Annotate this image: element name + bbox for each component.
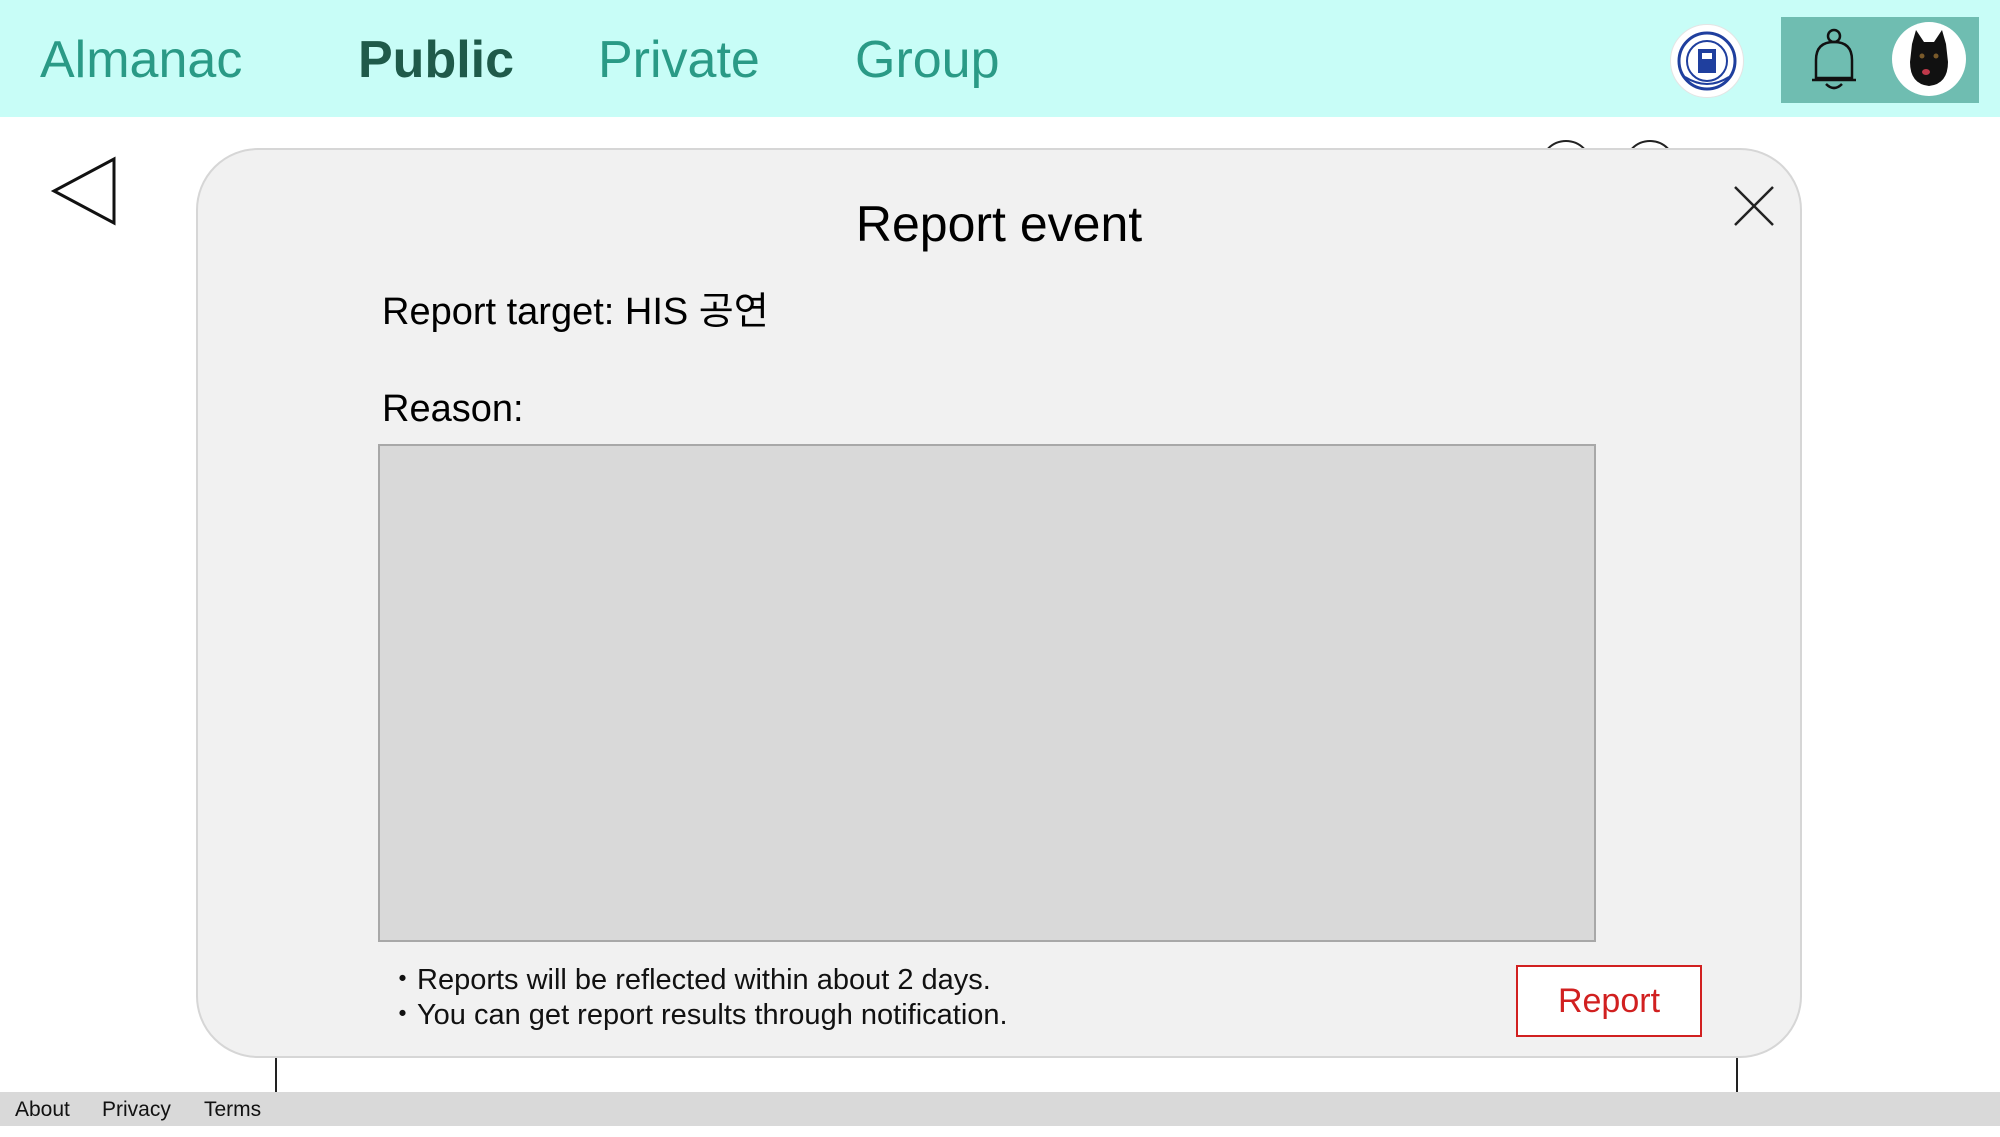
top-nav-bar: Almanac Public Private Group xyxy=(0,0,2000,117)
university-seal-icon[interactable] xyxy=(1670,24,1744,98)
close-icon[interactable] xyxy=(1732,184,1776,228)
tab-private[interactable]: Private xyxy=(598,30,760,90)
modal-title: Report event xyxy=(855,196,1143,252)
brand-almanac[interactable]: Almanac xyxy=(40,30,242,90)
reason-label: Reason: xyxy=(382,388,524,430)
page-bottom xyxy=(0,1126,2000,1137)
underlying-card-edge-left xyxy=(275,1055,277,1095)
bell-icon[interactable] xyxy=(1808,28,1860,94)
note-reflection-time: ・Reports will be reflected within about … xyxy=(388,964,991,996)
note-notification: ・You can get report results through noti… xyxy=(388,999,1008,1031)
dog-avatar-icon[interactable] xyxy=(1892,22,1966,96)
report-event-modal: Report event Report target: HIS 공연 Reaso… xyxy=(196,148,1802,1058)
footer-link-about[interactable]: About xyxy=(15,1098,70,1122)
reason-input[interactable] xyxy=(378,444,1596,942)
report-button[interactable]: Report xyxy=(1516,965,1702,1037)
footer-link-terms[interactable]: Terms xyxy=(204,1098,261,1122)
footer-bar: About Privacy Terms xyxy=(0,1092,2000,1126)
underlying-card-edge-right xyxy=(1736,1055,1738,1095)
back-triangle-icon[interactable] xyxy=(50,155,120,227)
footer-link-privacy[interactable]: Privacy xyxy=(102,1098,171,1122)
tab-group[interactable]: Group xyxy=(855,30,1000,90)
report-target-text: Report target: HIS 공연 xyxy=(382,291,769,333)
tab-public[interactable]: Public xyxy=(358,30,514,90)
